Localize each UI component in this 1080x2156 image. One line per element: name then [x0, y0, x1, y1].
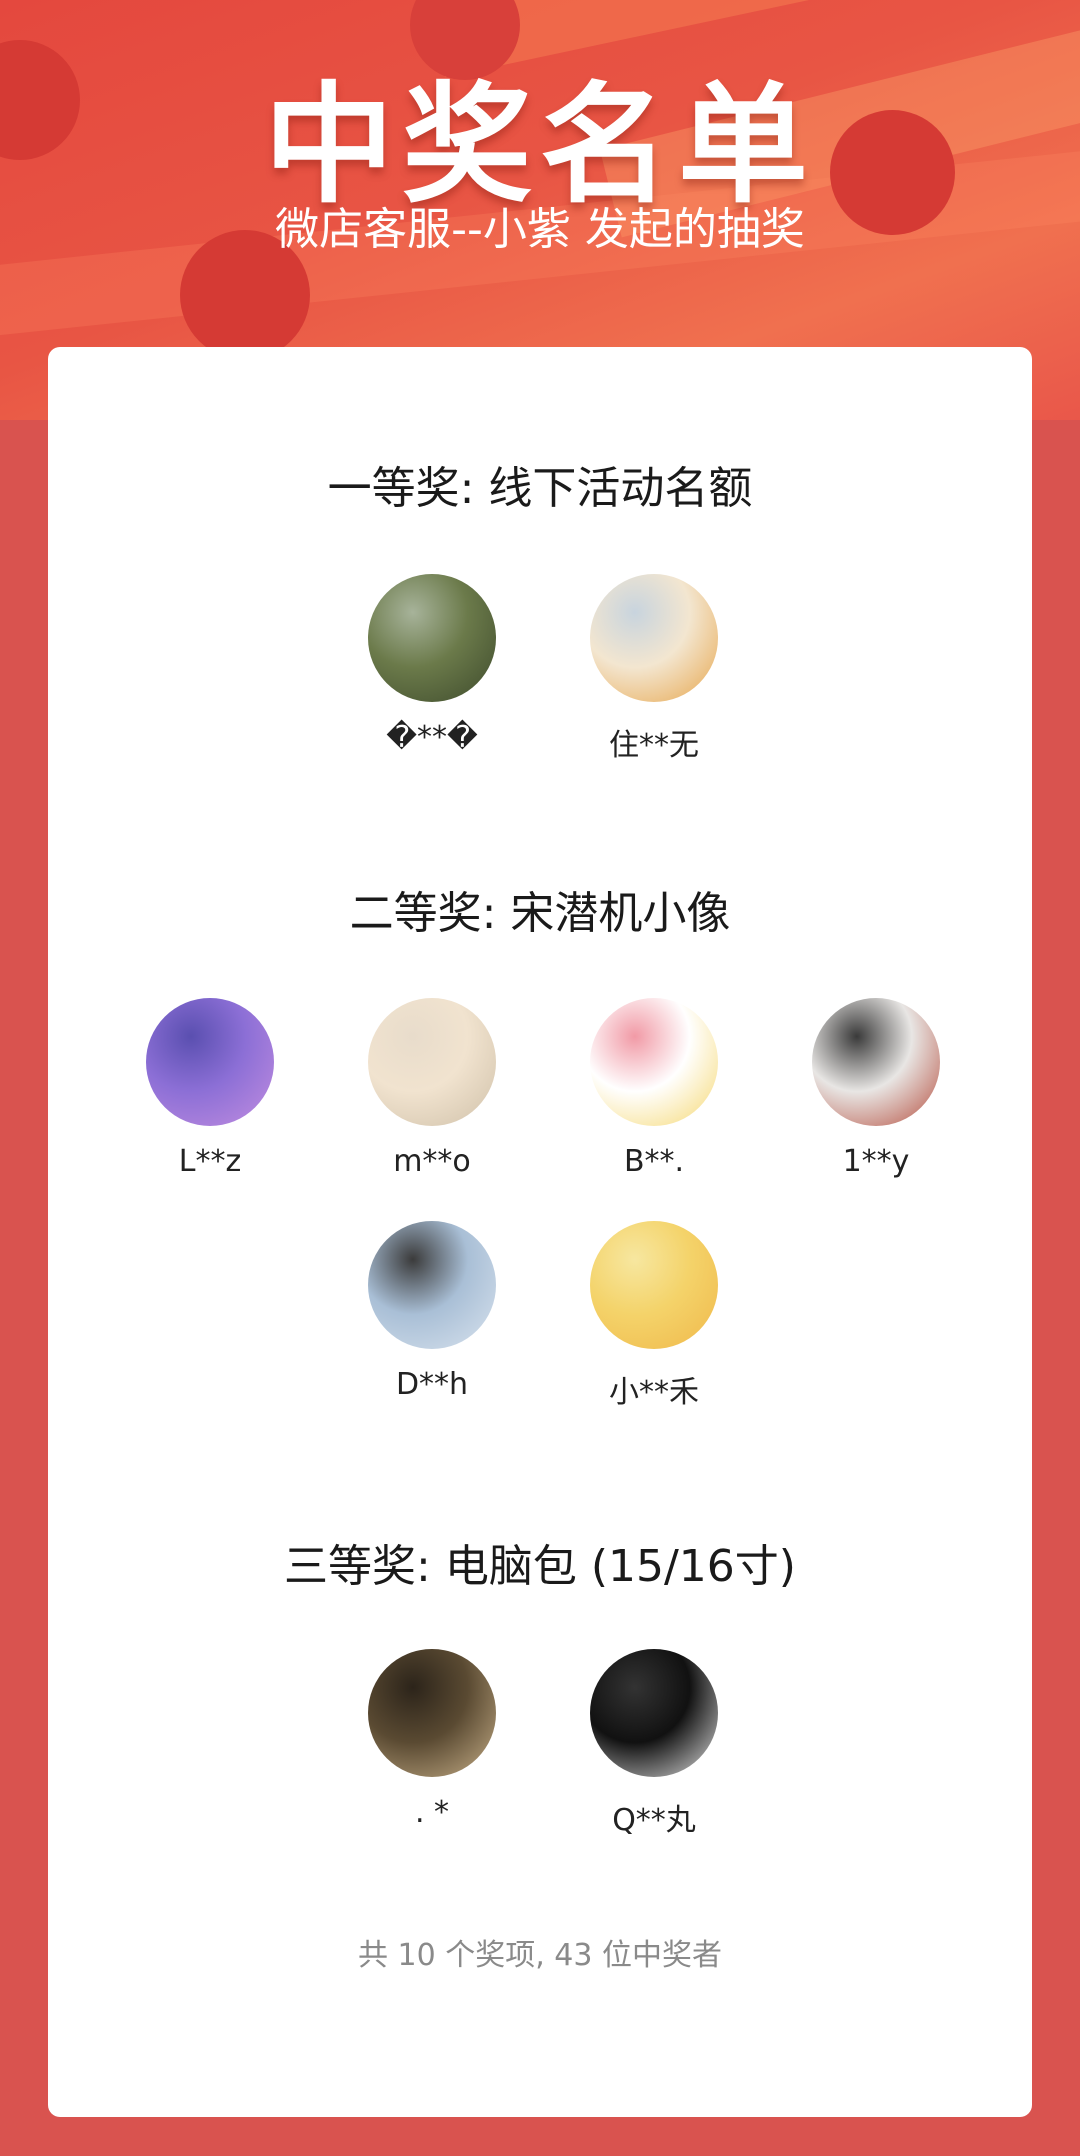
winner-name: 小**禾 [609, 1375, 699, 1410]
winner-name: �**� [386, 720, 478, 755]
winner-name: 住**无 [609, 728, 699, 763]
winner-item[interactable]: �**� [332, 574, 532, 755]
page-subtitle: 微店客服--小紫 发起的抽奖 [275, 204, 805, 255]
winner-item[interactable]: B**. [554, 998, 754, 1179]
avatar[interactable] [368, 998, 496, 1126]
summary-text: 共 10 个奖项, 43 位中奖者 [357, 1938, 723, 1973]
avatar[interactable] [146, 998, 274, 1126]
winner-name: . * [414, 1795, 450, 1830]
avatar[interactable] [368, 1649, 496, 1777]
winner-name: 1**y [842, 1144, 910, 1179]
winner-item[interactable]: 1**y [776, 998, 976, 1179]
winner-name: m**o [393, 1144, 471, 1179]
winners-card: 一等奖: 线下活动名额 �**� 住**无 二等奖: 宋潜机小像 L**z m*… [48, 347, 1032, 2117]
winner-item[interactable]: Q**丸 [554, 1649, 754, 1839]
avatar[interactable] [368, 1221, 496, 1349]
winner-name: D**h [395, 1367, 469, 1402]
prize-title-third: 三等奖: 电脑包 (15/16寸) [284, 1541, 796, 1592]
winner-item[interactable]: . * [332, 1649, 532, 1830]
avatar[interactable] [590, 1649, 718, 1777]
winner-item[interactable]: m**o [332, 998, 532, 1179]
avatar[interactable] [590, 998, 718, 1126]
avatar[interactable] [590, 1221, 718, 1349]
winner-name: L**z [178, 1144, 242, 1179]
winner-name: Q**丸 [612, 1803, 696, 1838]
avatar[interactable] [590, 574, 718, 702]
avatar[interactable] [812, 998, 940, 1126]
avatar[interactable] [368, 574, 496, 702]
prize-title-second: 二等奖: 宋潜机小像 [349, 888, 731, 939]
winner-item[interactable]: 住**无 [554, 574, 754, 764]
prize-title-first: 一等奖: 线下活动名额 [327, 463, 753, 514]
winner-name: B**. [623, 1144, 685, 1179]
winner-item[interactable]: D**h [332, 1221, 532, 1402]
winner-item[interactable]: 小**禾 [554, 1221, 754, 1411]
winner-item[interactable]: L**z [110, 998, 310, 1179]
